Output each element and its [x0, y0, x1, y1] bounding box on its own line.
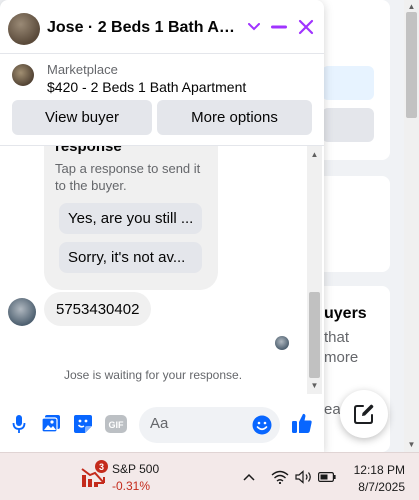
marketplace-listing: Marketplace $420 - 2 Beds 1 Bath Apartme…	[0, 54, 324, 146]
chat-window: Jose · 2 Beds 1 Bath Apartment Marketpla…	[0, 0, 324, 452]
thumbs-up-icon[interactable]	[291, 412, 313, 434]
clock-date: 8/7/2025	[358, 480, 405, 494]
page-scroll-down-arrow[interactable]: ▼	[405, 440, 418, 449]
message-list: response Tap a response to send it to th…	[0, 146, 306, 394]
svg-text:GIF: GIF	[109, 420, 125, 430]
quick-responses-title: response	[55, 146, 122, 155]
background-card-text: more	[324, 349, 359, 366]
listing-name[interactable]: $420 - 2 Beds 1 Bath Apartment	[47, 79, 246, 95]
background-card-text: that	[324, 329, 350, 346]
quick-response-option[interactable]: Yes, are you still ...	[59, 203, 202, 234]
contact-avatar[interactable]	[8, 13, 40, 45]
chat-scroll-down-arrow[interactable]: ▼	[308, 381, 321, 390]
wifi-icon[interactable]	[271, 469, 289, 485]
microphone-icon[interactable]	[9, 414, 29, 434]
quick-response-option[interactable]: Sorry, it's not av...	[59, 242, 202, 273]
incoming-message-bubble[interactable]: 5753430402	[44, 292, 152, 326]
chat-header: Jose · 2 Beds 1 Bath Apartment	[0, 0, 324, 54]
page-scrollbar-thumb[interactable]	[406, 12, 417, 118]
speaker-icon[interactable]	[295, 469, 313, 485]
more-options-button[interactable]: More options	[157, 100, 312, 135]
windows-taskbar: 3 S&P 500 -0.31% 12:18 PM 8/7/2025	[0, 452, 419, 500]
background-gray-button[interactable]	[322, 108, 374, 142]
waiting-status: Jose is waiting for your response.	[63, 368, 243, 382]
stock-change: -0.31%	[112, 479, 151, 493]
quick-responses-subtitle: Tap a response to send it to the buyer.	[55, 161, 201, 193]
image-icon[interactable]	[41, 414, 61, 434]
sender-avatar[interactable]	[8, 298, 36, 326]
seen-indicator-avatar	[275, 336, 289, 350]
close-icon[interactable]	[295, 16, 317, 38]
quick-responses-card: response Tap a response to send it to th…	[44, 146, 218, 290]
page-scroll-up-arrow[interactable]: ▲	[405, 2, 418, 11]
message-input[interactable]	[150, 415, 250, 432]
background-blue-button[interactable]	[322, 66, 374, 100]
battery-icon[interactable]	[318, 469, 336, 485]
chevron-up-icon[interactable]	[243, 469, 255, 485]
system-clock[interactable]: 12:18 PM 8/7/2025	[350, 462, 405, 496]
chevron-down-icon[interactable]	[243, 16, 265, 38]
message-composer: GIF	[0, 394, 324, 452]
chat-title[interactable]: Jose · 2 Beds 1 Bath Apartment	[47, 19, 239, 37]
emoji-icon[interactable]	[252, 415, 272, 435]
minimize-icon[interactable]	[268, 16, 290, 38]
stock-name[interactable]: S&P 500	[112, 462, 159, 476]
chat-scroll-up-arrow[interactable]: ▲	[308, 150, 321, 159]
notification-badge: 3	[95, 460, 108, 473]
compose-icon	[354, 404, 374, 424]
sticker-icon[interactable]	[73, 414, 93, 434]
listing-label: Marketplace	[47, 62, 118, 77]
view-buyer-button[interactable]: View buyer	[12, 100, 152, 135]
listing-thumbnail[interactable]	[12, 64, 34, 86]
background-card-heading: uyers	[324, 305, 367, 322]
gif-icon[interactable]: GIF	[105, 414, 127, 434]
message-input-box[interactable]	[139, 407, 280, 443]
clock-time: 12:18 PM	[353, 463, 405, 477]
chat-scrollbar-thumb[interactable]	[309, 292, 320, 378]
new-message-button[interactable]	[340, 390, 388, 438]
